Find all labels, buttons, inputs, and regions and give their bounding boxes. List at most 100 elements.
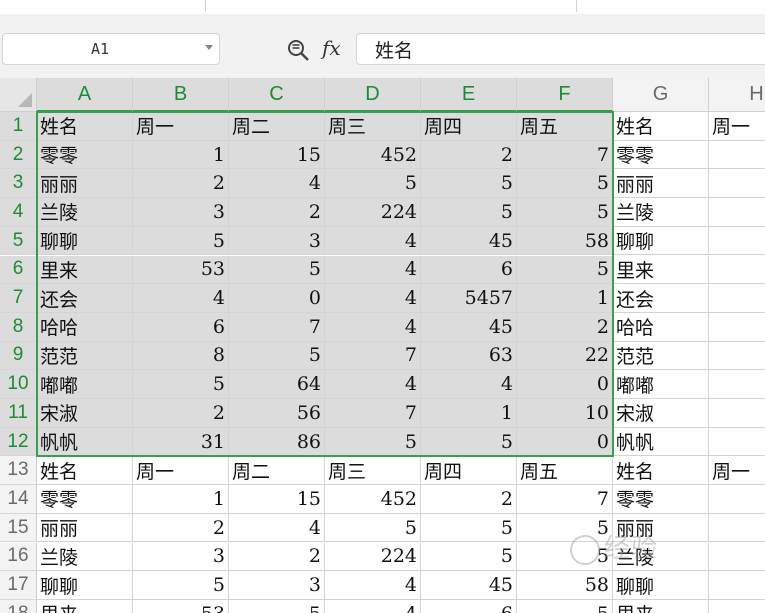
cell-b11[interactable]: 2	[133, 399, 229, 428]
cell-f3[interactable]: 5	[517, 169, 613, 199]
row-header-16[interactable]: 16	[0, 542, 37, 572]
cell-b13[interactable]: 周一	[133, 456, 229, 486]
cell-d4[interactable]: 224	[325, 198, 421, 227]
cell-e5[interactable]: 45	[421, 226, 517, 256]
cell-a12[interactable]: 帆帆	[37, 427, 133, 457]
cell-b4[interactable]: 3	[133, 198, 229, 227]
cell-b3[interactable]: 2	[133, 169, 229, 199]
cell-e15[interactable]: 5	[421, 513, 517, 543]
cell-c17[interactable]: 3	[229, 571, 325, 600]
cell-b15[interactable]: 2	[133, 513, 229, 543]
cell-a14[interactable]: 零零	[37, 485, 133, 514]
cell-g7[interactable]: 还会	[613, 284, 709, 313]
cell-e6[interactable]: 6	[421, 255, 517, 285]
row-header-3[interactable]: 3	[0, 169, 37, 199]
cell-g5[interactable]: 聊聊	[613, 226, 709, 256]
cell-d10[interactable]: 4	[325, 370, 421, 399]
row-header-15[interactable]: 15	[0, 513, 37, 543]
cell-a17[interactable]: 聊聊	[37, 571, 133, 600]
cell-b14[interactable]: 1	[133, 485, 229, 514]
cell-e4[interactable]: 5	[421, 198, 517, 227]
cell-a13[interactable]: 姓名	[37, 456, 133, 486]
row-header-6[interactable]: 6	[0, 255, 37, 285]
cell-g17[interactable]: 聊聊	[613, 571, 709, 600]
row-header-17[interactable]: 17	[0, 571, 37, 600]
cell-f1[interactable]: 周五	[517, 112, 613, 141]
cell-c4[interactable]: 2	[229, 198, 325, 227]
column-header-a[interactable]: A	[37, 78, 133, 112]
cell-e8[interactable]: 45	[421, 312, 517, 342]
row-header-18[interactable]: 18	[0, 599, 37, 613]
cell-f14[interactable]: 7	[517, 485, 613, 514]
cell-c2[interactable]: 15	[229, 140, 325, 170]
cell-d16[interactable]: 224	[325, 542, 421, 572]
cell-h3[interactable]	[709, 169, 765, 199]
cell-a9[interactable]: 范范	[37, 341, 133, 371]
cell-d7[interactable]: 4	[325, 284, 421, 313]
chevron-down-icon[interactable]	[205, 45, 213, 50]
cell-d2[interactable]: 452	[325, 140, 421, 170]
cell-d6[interactable]: 4	[325, 255, 421, 285]
cell-b18[interactable]: 53	[133, 599, 229, 613]
cell-c8[interactable]: 7	[229, 312, 325, 342]
cell-e18[interactable]: 6	[421, 599, 517, 613]
cell-g1[interactable]: 姓名	[613, 112, 709, 141]
cell-f10[interactable]: 0	[517, 370, 613, 399]
cell-g13[interactable]: 姓名	[613, 456, 709, 486]
cell-g3[interactable]: 丽丽	[613, 169, 709, 199]
cell-e13[interactable]: 周四	[421, 456, 517, 486]
cell-b5[interactable]: 5	[133, 226, 229, 256]
cell-d14[interactable]: 452	[325, 485, 421, 514]
cell-e12[interactable]: 5	[421, 427, 517, 457]
column-header-h[interactable]: H	[709, 78, 765, 112]
cell-e14[interactable]: 2	[421, 485, 517, 514]
cell-a16[interactable]: 兰陵	[37, 542, 133, 572]
cell-f7[interactable]: 1	[517, 284, 613, 313]
cell-e11[interactable]: 1	[421, 399, 517, 428]
cell-b6[interactable]: 53	[133, 255, 229, 285]
cell-b1[interactable]: 周一	[133, 112, 229, 141]
cell-d12[interactable]: 5	[325, 427, 421, 457]
cell-h5[interactable]	[709, 227, 765, 256]
cell-e10[interactable]: 4	[421, 370, 517, 399]
cell-d3[interactable]: 5	[325, 169, 421, 199]
cell-h18[interactable]	[709, 600, 765, 613]
cell-g9[interactable]: 范范	[613, 341, 709, 371]
cell-c13[interactable]: 周二	[229, 456, 325, 486]
name-box[interactable]: A1	[2, 33, 220, 65]
cell-f18[interactable]: 5	[517, 599, 613, 613]
cell-b8[interactable]: 6	[133, 312, 229, 342]
cell-a7[interactable]: 还会	[37, 284, 133, 313]
cell-a4[interactable]: 兰陵	[37, 198, 133, 227]
row-header-12[interactable]: 12	[0, 427, 37, 457]
cell-h12[interactable]	[709, 428, 765, 457]
cell-f6[interactable]: 5	[517, 255, 613, 285]
row-header-1[interactable]: 1	[0, 112, 37, 141]
row-header-5[interactable]: 5	[0, 226, 37, 256]
cell-f8[interactable]: 2	[517, 312, 613, 342]
select-all-corner[interactable]	[0, 78, 37, 112]
cell-d1[interactable]: 周三	[325, 112, 421, 141]
cell-f2[interactable]: 7	[517, 140, 613, 170]
cell-b10[interactable]: 5	[133, 370, 229, 399]
cell-g18[interactable]: 里来	[613, 599, 709, 613]
cell-a3[interactable]: 丽丽	[37, 169, 133, 199]
row-header-9[interactable]: 9	[0, 341, 37, 371]
cell-f12[interactable]: 0	[517, 427, 613, 457]
cell-b7[interactable]: 4	[133, 284, 229, 313]
row-header-7[interactable]: 7	[0, 284, 37, 313]
cell-g6[interactable]: 里来	[613, 255, 709, 285]
cell-f5[interactable]: 58	[517, 226, 613, 256]
cell-a10[interactable]: 嘟嘟	[37, 370, 133, 399]
cell-h7[interactable]	[709, 284, 765, 313]
cell-c3[interactable]: 4	[229, 169, 325, 199]
cell-g12[interactable]: 帆帆	[613, 427, 709, 457]
cell-f11[interactable]: 10	[517, 399, 613, 428]
row-header-2[interactable]: 2	[0, 140, 37, 170]
cell-d11[interactable]: 7	[325, 399, 421, 428]
cell-c18[interactable]: 5	[229, 599, 325, 613]
cell-g10[interactable]: 嘟嘟	[613, 370, 709, 399]
cell-b2[interactable]: 1	[133, 140, 229, 170]
cell-f9[interactable]: 22	[517, 341, 613, 371]
cell-c9[interactable]: 5	[229, 341, 325, 371]
